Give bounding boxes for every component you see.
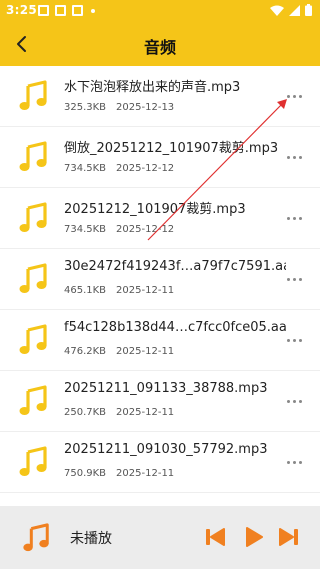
file-date: 2025-12-12 xyxy=(116,224,175,235)
play-icon xyxy=(246,527,263,547)
file-name: 20251211_091030_57792.mp3 xyxy=(64,442,268,457)
file-meta: 734.5KB 2025-12-12 xyxy=(64,224,174,235)
file-size: 476.2KB xyxy=(64,346,107,357)
more-options-button[interactable] xyxy=(280,147,308,167)
wifi-icon xyxy=(270,5,284,16)
next-button[interactable] xyxy=(274,522,304,552)
more-options-button[interactable] xyxy=(280,208,308,228)
file-name: 倒放_20251212_101907裁剪.mp3 xyxy=(64,141,279,156)
file-size: 325.3KB xyxy=(64,102,107,113)
file-name: 30e2472f419243f…a79f7c7591.aac xyxy=(64,259,286,274)
file-size: 750.9KB xyxy=(64,468,107,479)
signal-icon xyxy=(289,4,300,16)
file-meta: 325.3KB 2025-12-13 xyxy=(64,102,174,113)
file-meta: 750.9KB 2025-12-11 xyxy=(64,468,174,479)
music-note-icon xyxy=(17,141,49,177)
file-date: 2025-12-12 xyxy=(116,163,175,174)
audio-file-list: 水下泡泡释放出来的声音.mp3 325.3KB 2025-12-13 倒放_202… xyxy=(0,66,320,506)
status-bar: 3:25 xyxy=(0,0,320,22)
list-item[interactable]: 倒放_20251212_101907裁剪.mp3 734.5KB 2025-12-… xyxy=(0,127,320,187)
file-meta: 476.2KB 2025-12-11 xyxy=(64,346,174,357)
image-notification-icon xyxy=(38,5,49,16)
more-options-button[interactable] xyxy=(280,391,308,411)
file-date: 2025-12-11 xyxy=(116,285,175,296)
list-item-partial[interactable] xyxy=(0,493,320,506)
battery-icon xyxy=(305,4,312,16)
file-name: 水下泡泡释放出来的声音.mp3 xyxy=(64,80,241,95)
file-size: 250.7KB xyxy=(64,407,107,418)
file-date: 2025-12-11 xyxy=(116,468,175,479)
file-date: 2025-12-13 xyxy=(116,102,175,113)
app-notification-icon xyxy=(72,5,83,16)
more-notifications-icon xyxy=(91,8,95,13)
file-meta: 734.5KB 2025-12-12 xyxy=(64,163,174,174)
file-name: 20251211_091133_38788.mp3 xyxy=(64,381,268,396)
list-item[interactable]: 20251212_101907裁剪.mp3 734.5KB 2025-12-12 xyxy=(0,188,320,248)
file-size: 465.1KB xyxy=(64,285,107,296)
status-time: 3:25 xyxy=(6,3,38,17)
more-options-button[interactable] xyxy=(280,86,308,106)
music-note-icon xyxy=(17,263,49,299)
file-size: 734.5KB xyxy=(64,163,107,174)
app-bar: 音频 xyxy=(0,22,320,66)
music-note-icon xyxy=(17,446,49,482)
more-options-button[interactable] xyxy=(280,330,308,350)
skip-previous-icon xyxy=(206,528,225,546)
music-note-icon xyxy=(17,202,49,238)
file-size: 734.5KB xyxy=(64,224,107,235)
list-item[interactable]: 水下泡泡释放出来的声音.mp3 325.3KB 2025-12-13 xyxy=(0,66,320,126)
file-date: 2025-12-11 xyxy=(116,407,175,418)
file-name: 20251212_101907裁剪.mp3 xyxy=(64,202,246,217)
top-header: 3:25 音频 xyxy=(0,0,320,66)
page-title: 音频 xyxy=(143,38,176,57)
list-item[interactable]: f54c128b138d44…c7fcc0fce05.aac 476.2KB 20… xyxy=(0,310,320,370)
file-meta: 250.7KB 2025-12-11 xyxy=(64,407,174,418)
list-item[interactable]: 20251211_091030_57792.mp3 750.9KB 2025-12… xyxy=(0,432,320,492)
system-icons xyxy=(270,4,312,16)
music-note-icon xyxy=(21,523,51,557)
player-bar: 未播放 xyxy=(0,506,320,569)
play-button[interactable] xyxy=(238,522,268,552)
skip-next-icon xyxy=(279,528,298,546)
music-note-icon xyxy=(17,80,49,116)
list-item[interactable]: 30e2472f419243f…a79f7c7591.aac 465.1KB 20… xyxy=(0,249,320,309)
file-name: f54c128b138d44…c7fcc0fce05.aac xyxy=(64,320,286,335)
file-meta: 465.1KB 2025-12-11 xyxy=(64,285,174,296)
file-date: 2025-12-11 xyxy=(116,346,175,357)
app-notification-icon xyxy=(55,5,66,16)
list-item[interactable]: 20251211_091133_38788.mp3 250.7KB 2025-12… xyxy=(0,371,320,431)
playback-status: 未播放 xyxy=(70,531,112,547)
more-options-button[interactable] xyxy=(280,269,308,289)
notification-icons xyxy=(38,5,95,16)
more-options-button[interactable] xyxy=(280,452,308,472)
music-note-icon xyxy=(17,385,49,421)
music-note-icon xyxy=(17,324,49,360)
previous-button[interactable] xyxy=(200,522,230,552)
